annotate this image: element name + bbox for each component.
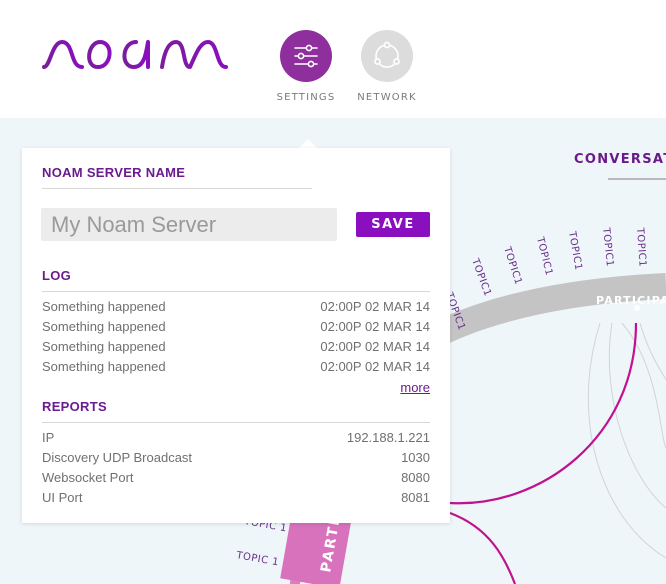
topic-label: TOPIC1 [469, 256, 493, 298]
log-message: Something happened [42, 359, 166, 374]
report-label: UI Port [42, 490, 83, 505]
report-row: UI Port 8081 [42, 490, 430, 510]
topic-label: TOPIC1 [501, 245, 524, 287]
log-entry: Something happened 02:00P 02 MAR 14 [42, 359, 430, 379]
topic-label: TOPIC1 [566, 230, 584, 272]
noam-logo[interactable] [40, 34, 232, 74]
participants-label: PARTICIPAN [596, 294, 666, 307]
tab-label: NETWORK [357, 92, 417, 103]
report-row: Websocket Port 8080 [42, 470, 430, 490]
log-entry: Something happened 02:00P 02 MAR 14 [42, 299, 430, 319]
report-value: 192.188.1.221 [346, 430, 430, 445]
report-label: Websocket Port [42, 470, 134, 485]
server-name-input[interactable] [41, 208, 337, 241]
report-row: Discovery UDP Broadcast 1030 [42, 450, 430, 470]
divider [42, 291, 430, 292]
log-time: 02:00P 02 MAR 14 [320, 339, 430, 354]
active-chords [449, 322, 638, 584]
log-message: Something happened [42, 339, 166, 354]
divider [42, 422, 430, 423]
log-entry: Something happened 02:00P 02 MAR 14 [42, 339, 430, 359]
network-ring-icon [374, 41, 400, 68]
network-tab-badge [361, 30, 413, 82]
report-label: Discovery UDP Broadcast [42, 450, 193, 465]
tab-settings[interactable]: SETTINGS [266, 30, 346, 103]
conversation-title: CONVERSAT [574, 152, 666, 167]
topic-label: TOPIC1 [634, 226, 648, 267]
report-label: IP [42, 430, 55, 445]
divider [42, 188, 312, 189]
tab-label: SETTINGS [276, 92, 336, 103]
sliders-icon [294, 44, 318, 68]
noam-logo-mark [42, 40, 228, 69]
app-header: SETTINGS NETWORK [0, 0, 666, 118]
report-value: 1030 [401, 450, 430, 465]
save-button[interactable]: SAVE [356, 212, 430, 237]
report-row: IP 192.188.1.221 [42, 430, 430, 450]
report-value: 8080 [401, 470, 430, 485]
log-time: 02:00P 02 MAR 14 [320, 359, 430, 374]
tab-network[interactable]: NETWORK [347, 30, 427, 103]
topic-label: TOPIC1 [600, 226, 615, 267]
log-time: 02:00P 02 MAR 14 [320, 319, 430, 334]
topic-label: TOPIC 1 [234, 550, 279, 568]
server-name-heading: NOAM SERVER NAME [42, 165, 186, 180]
log-heading: LOG [42, 268, 72, 283]
reports-heading: REPORTS [42, 399, 107, 414]
log-time: 02:00P 02 MAR 14 [320, 299, 430, 314]
topic-label: TOPIC1 [534, 235, 554, 277]
settings-tab-badge [280, 30, 332, 82]
log-message: Something happened [42, 319, 166, 334]
log-entry: Something happened 02:00P 02 MAR 14 [42, 319, 430, 339]
report-value: 8081 [401, 490, 430, 505]
settings-panel: NOAM SERVER NAME SAVE LOG Something happ… [22, 148, 450, 523]
conversation-title-underline [608, 178, 666, 180]
connection-chords [587, 322, 666, 559]
log-message: Something happened [42, 299, 166, 314]
log-more-link[interactable]: more [400, 380, 430, 395]
